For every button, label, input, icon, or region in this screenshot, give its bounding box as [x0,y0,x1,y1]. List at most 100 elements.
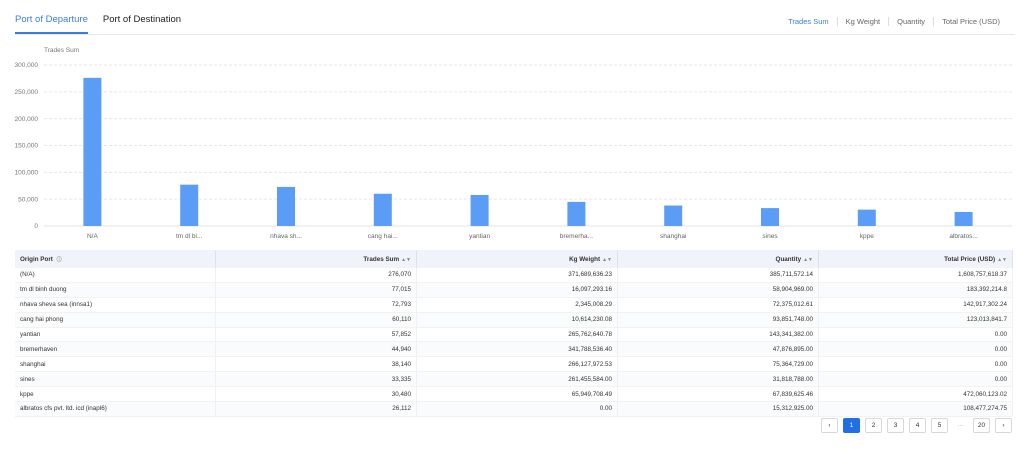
table-cell: 30,480 [215,386,417,403]
page-button-last[interactable]: 20 [973,418,990,433]
table-cell: 15,312,925.00 [617,401,819,417]
table-cell: 77,015 [215,282,417,298]
x-tick-label: cang hai... [368,233,398,240]
next-page-button[interactable]: › [995,418,1012,433]
y-tick-label: 250,000 [15,89,39,96]
data-table: Origin Port ⓘ Trades Sum ▲▼ Kg Weight ▲▼ Q… [15,250,1013,417]
x-tick-label: N/A [87,233,99,240]
table-cell: 26,112 [215,401,417,417]
table-cell: 472,060,123.02 [818,386,1013,403]
col-kg-weight-label: Kg Weight [569,255,601,263]
table-header-row: Origin Port ⓘ Trades Sum ▲▼ Kg Weight ▲▼ Q… [15,250,1013,268]
table-cell: sines [15,371,216,388]
col-total-price-label: Total Price (USD) [944,255,996,263]
page-button[interactable]: 2 [865,418,882,433]
metric-quantity[interactable]: Quantity [888,17,933,26]
table-cell: 1,608,757,618.37 [818,268,1013,283]
table-cell: 65,949,708.49 [416,386,618,403]
page-button[interactable]: 5 [931,418,948,433]
tab-bar: Port of Departure Port of Destination [15,0,196,34]
table-cell: 341,788,536.40 [416,341,618,358]
sort-icon[interactable]: ▲▼ [602,257,612,263]
table-row[interactable]: albratos cfs pvt. ltd. icd (inapl6) 26,11… [15,401,1013,417]
bar [664,205,683,226]
x-tick-label: bremerha... [560,233,593,240]
bar [954,211,973,226]
table-cell: nhava sheva sea (innsa1) [15,297,216,313]
table-cell: 67,839,625.46 [617,386,819,403]
table-cell: 142,917,302.24 [818,297,1013,313]
metric-trades-sum[interactable]: Trades Sum [780,17,837,26]
prev-page-button[interactable]: ‹ [821,418,838,433]
table-row[interactable]: yantian 57,852 265,762,640.78 143,341,382.0… [15,327,1013,343]
sort-icon[interactable]: ▲▼ [997,257,1007,263]
col-kg-weight[interactable]: Kg Weight ▲▼ [416,250,618,268]
table-cell: 265,762,640.78 [416,327,618,343]
table-cell: 0.00 [818,371,1013,388]
table-cell: 60,110 [215,312,417,328]
table-cell: 123,013,841.7 [818,312,1013,328]
y-tick-label: 100,000 [15,170,39,177]
table-cell: 0.00 [818,327,1013,343]
page-button[interactable]: 4 [909,418,926,433]
x-tick-label: shanghai [660,233,686,240]
table-row[interactable]: (N/A) 276,070 371,689,636.23 385,711,572.14… [15,268,1013,283]
table-cell: 31,818,788.00 [617,371,819,388]
table-cell: 143,341,382.00 [617,327,819,343]
x-tick-label: albratos... [949,233,978,240]
info-icon: ⓘ [56,256,62,263]
sort-icon[interactable]: ▲▼ [803,257,813,263]
table-cell: 371,689,636.23 [416,268,618,283]
y-tick-label: 50,000 [18,196,38,203]
table-cell: 10,614,230.08 [416,312,618,328]
table-cell: 75,364,729.00 [617,356,819,373]
col-trades-sum-label: Trades Sum [363,255,400,263]
table-cell: 0.00 [416,401,618,417]
table-row[interactable]: nhava sheva sea (innsa1) 72,793 2,345,008.… [15,297,1013,313]
col-trades-sum[interactable]: Trades Sum ▲▼ [215,250,417,268]
sort-icon[interactable]: ▲▼ [401,257,411,263]
table-cell: (N/A) [15,268,216,283]
metric-selector: Trades Sum Kg Weight Quantity Total Pric… [780,17,1008,26]
table-row[interactable]: kppe 30,480 65,949,708.49 67,839,625.46 472,… [15,386,1013,403]
bar-chart: Trades Sum 0 50,000 100,000 150,000 200,000 25… [15,47,1012,240]
tab-port-of-departure[interactable]: Port of Departure [15,14,88,34]
bar [857,209,876,226]
tab-port-of-destination[interactable]: Port of Destination [103,14,181,34]
bar [83,77,102,226]
y-axis-label: Trades Sum [44,47,79,54]
table-cell: 0.00 [818,341,1013,358]
col-total-price[interactable]: Total Price (USD) ▲▼ [818,250,1013,268]
table-cell: albratos cfs pvt. ltd. icd (inapl6) [15,401,216,417]
metric-kg-weight[interactable]: Kg Weight [836,17,888,26]
table-row[interactable]: cang hai phong 60,110 10,614,230.08 93,851,… [15,312,1013,328]
table-cell: 261,455,584.00 [416,371,618,388]
metric-total-price[interactable]: Total Price (USD) [933,17,1008,26]
page-button[interactable]: 3 [887,418,904,433]
x-tick-label: yantian [469,233,490,240]
table-row[interactable]: shanghai 38,140 266,127,972.53 75,364,729.0… [15,356,1013,373]
table-body: (N/A) 276,070 371,689,636.23 385,711,572.14… [15,268,1013,417]
x-tick-label: nhava sh... [270,233,302,240]
bar [373,193,392,226]
pagination: ‹ 1 2 3 4 5 ··· 20 › [816,418,1012,433]
bar [470,194,489,226]
table-row[interactable]: bremerhaven 44,940 341,788,536.40 47,876,89… [15,341,1013,358]
table-row[interactable]: tm dl binh duong 77,015 16,097,293.16 58,90… [15,282,1013,298]
tabs-divider [15,34,1015,35]
table-cell: 2,345,008.29 [416,297,618,313]
table-cell: 385,711,572.14 [617,268,819,283]
table-cell: bremerhaven [15,341,216,358]
table-row[interactable]: sines 33,335 261,455,584.00 31,818,788.00 0.… [15,371,1013,388]
page-ellipsis[interactable]: ··· [953,419,968,432]
col-quantity[interactable]: Quantity ▲▼ [617,250,819,268]
table-cell: 57,852 [215,327,417,343]
table-cell: 44,940 [215,341,417,358]
col-origin-port[interactable]: Origin Port ⓘ [15,250,216,268]
bar [761,208,779,226]
table-cell: 58,904,969.00 [617,282,819,298]
y-tick-label: 0 [34,223,38,230]
page-button[interactable]: 1 [843,418,860,433]
table-cell: 33,335 [215,371,417,388]
y-tick-label: 300,000 [15,62,39,69]
